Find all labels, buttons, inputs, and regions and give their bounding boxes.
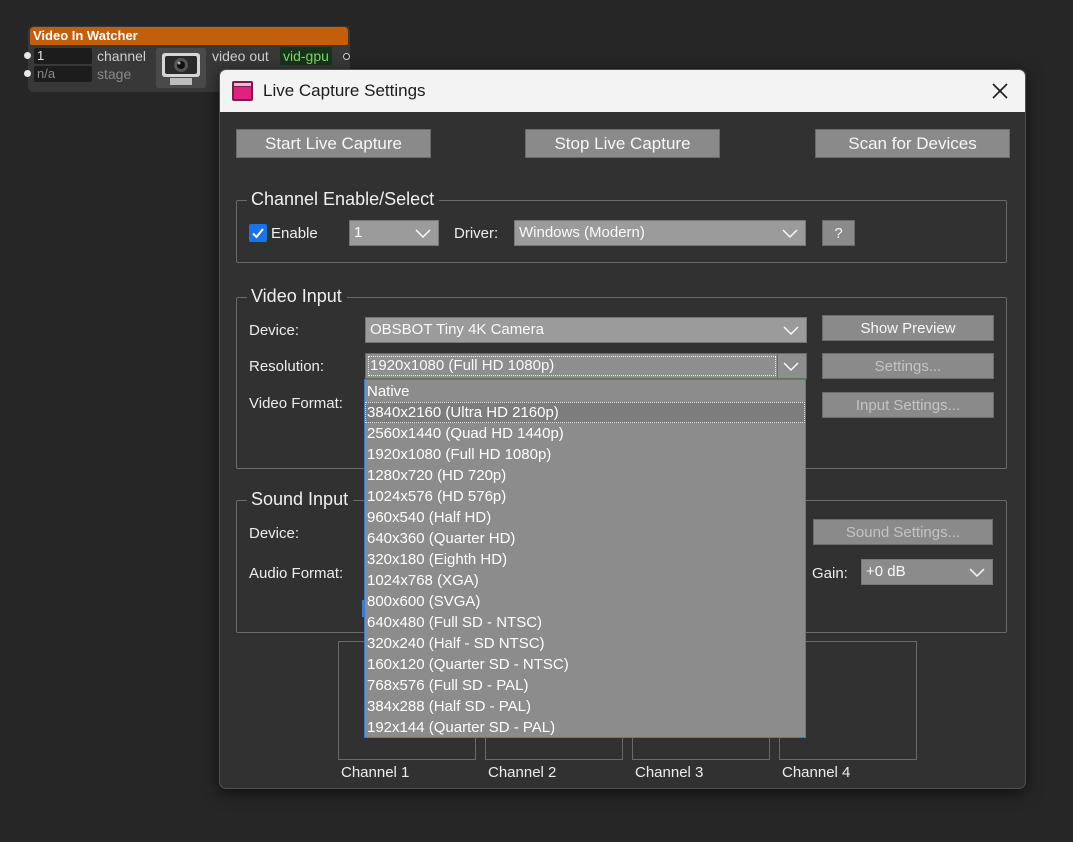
chevron-down-icon <box>783 362 799 372</box>
resolution-option[interactable]: 160x120 (Quarter SD - NTSC) <box>365 654 805 675</box>
video-device-label: Device: <box>249 322 300 339</box>
node-title[interactable]: Video In Watcher <box>30 27 348 45</box>
resolution-select-separator <box>777 354 778 378</box>
resolution-select-value: 1920x1080 (Full HD 1080p) <box>370 357 555 374</box>
video-device-select[interactable]: OBSBOT Tiny 4K Camera <box>365 317 807 343</box>
dialog-titlebar[interactable]: Live Capture Settings <box>220 70 1025 112</box>
resolution-option[interactable]: 1920x1080 (Full HD 1080p) <box>365 444 805 465</box>
channel-select-value: 1 <box>354 224 363 241</box>
channel-2-label: Channel 2 <box>488 764 557 781</box>
resolution-option[interactable]: 768x576 (Full SD - PAL) <box>365 675 805 696</box>
resolution-option[interactable]: 1024x768 (XGA) <box>365 570 805 591</box>
sound-device-label: Device: <box>249 525 300 542</box>
resolution-option[interactable]: 320x240 (Half - SD NTSC) <box>365 633 805 654</box>
channel-3-label: Channel 3 <box>635 764 704 781</box>
chevron-down-icon <box>783 326 799 336</box>
channel-value-field[interactable]: 1 <box>34 48 92 64</box>
show-preview-button[interactable]: Show Preview <box>822 315 994 341</box>
channel-4-label: Channel 4 <box>782 764 851 781</box>
driver-select-value: Windows (Modern) <box>519 224 645 241</box>
resolution-dropdown-list[interactable]: Native 3840x2160 (Ultra HD 2160p) 2560x144… <box>364 379 806 738</box>
resolution-option[interactable]: 960x540 (Half HD) <box>365 507 805 528</box>
channel-1-label: Channel 1 <box>341 764 410 781</box>
resolution-option[interactable]: 1024x576 (HD 576p) <box>365 486 805 507</box>
channel-select[interactable]: 1 <box>349 220 439 246</box>
resolution-option[interactable]: 192x144 (Quarter SD - PAL) <box>365 717 805 738</box>
driver-select[interactable]: Windows (Modern) <box>514 220 806 246</box>
resolution-label: Resolution: <box>249 358 325 375</box>
resolution-option[interactable]: 1280x720 (HD 720p) <box>365 465 805 486</box>
resolution-select[interactable]: 1920x1080 (Full HD 1080p) <box>365 353 807 379</box>
enable-checkbox[interactable] <box>249 224 267 242</box>
resolution-option[interactable]: 384x288 (Half SD - PAL) <box>365 696 805 717</box>
close-button[interactable] <box>985 78 1015 104</box>
resolution-option[interactable]: Native <box>365 381 805 402</box>
stage-input-port[interactable] <box>24 70 31 77</box>
video-out-label: video out <box>212 48 269 64</box>
video-out-value: vid-gpu <box>280 47 332 65</box>
stage-value-field[interactable]: n/a <box>34 66 92 82</box>
chevron-down-icon <box>782 229 798 239</box>
video-settings-button[interactable]: Settings... <box>822 353 994 379</box>
resolution-option[interactable]: 640x360 (Quarter HD) <box>365 528 805 549</box>
gain-label: Gain: <box>812 565 848 582</box>
enable-label: Enable <box>271 225 318 242</box>
app-icon <box>232 81 253 101</box>
gain-select-value: +0 dB <box>866 563 906 580</box>
driver-help-button[interactable]: ? <box>822 220 855 246</box>
video-device-value: OBSBOT Tiny 4K Camera <box>370 321 544 338</box>
chevron-down-icon <box>969 568 985 578</box>
channel-input-port[interactable] <box>24 52 31 59</box>
camera-icon <box>156 48 206 88</box>
chevron-down-icon <box>415 229 431 239</box>
resolution-option[interactable]: 3840x2160 (Ultra HD 2160p) <box>365 402 805 423</box>
video-format-label: Video Format: <box>249 395 343 412</box>
driver-label: Driver: <box>454 225 499 242</box>
resolution-option[interactable]: 640x480 (Full SD - NTSC) <box>365 612 805 633</box>
sound-settings-button[interactable]: Sound Settings... <box>813 519 993 545</box>
stage-label: stage <box>97 66 132 82</box>
start-live-capture-button[interactable]: Start Live Capture <box>236 129 431 158</box>
resolution-option[interactable]: 2560x1440 (Quad HD 1440p) <box>365 423 805 444</box>
close-icon <box>992 83 1008 99</box>
audio-format-label: Audio Format: <box>249 565 344 582</box>
sound-group-title: Sound Input <box>247 487 354 511</box>
stop-live-capture-button[interactable]: Stop Live Capture <box>525 129 720 158</box>
channel-group-title: Channel Enable/Select <box>247 187 440 211</box>
video-group-title: Video Input <box>247 284 347 308</box>
channel-label: channel <box>97 48 147 64</box>
resolution-option[interactable]: 800x600 (SVGA) <box>365 591 805 612</box>
video-output-port[interactable] <box>343 53 350 60</box>
checkmark-icon <box>252 228 264 239</box>
input-settings-button[interactable]: Input Settings... <box>822 392 994 418</box>
dialog-title: Live Capture Settings <box>263 81 426 100</box>
scan-for-devices-button[interactable]: Scan for Devices <box>815 129 1010 158</box>
gain-select[interactable]: +0 dB <box>861 559 993 585</box>
resolution-option[interactable]: 320x180 (Eighth HD) <box>365 549 805 570</box>
